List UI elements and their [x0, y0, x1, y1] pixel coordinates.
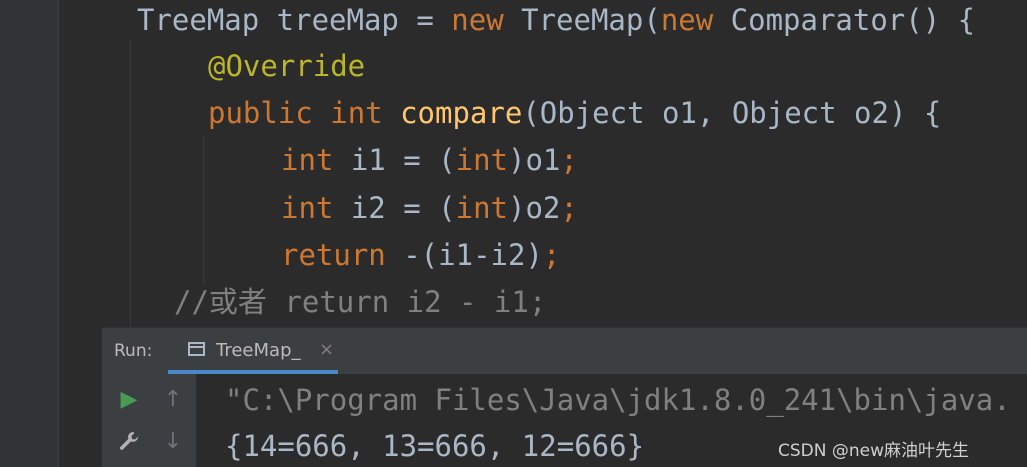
editor-gutter [0, 0, 58, 467]
code-line-6: return -(i1-i2); [281, 235, 560, 275]
type-name: TreeMap [137, 3, 260, 37]
scroll-up-icon[interactable]: ↑ [158, 384, 188, 414]
code-line-5: int i2 = (int)o2; [281, 188, 578, 228]
comment-text: 或者 [208, 285, 267, 319]
keyword: int [455, 143, 508, 177]
rerun-icon[interactable]: ▶ [114, 384, 144, 414]
ide-window: TreeMap treeMap = new TreeMap(new Compar… [0, 0, 1027, 467]
indent-guide [130, 40, 131, 327]
keyword: int [330, 96, 383, 130]
code-text: i1 = ( [333, 143, 456, 177]
code-line-3: public int compare(Object o1, Object o2)… [208, 93, 941, 133]
code-line-4: int i1 = (int)o1; [281, 140, 578, 180]
console-output-line: {14=666, 13=666, 12=666} [225, 429, 645, 463]
code-text: -(i1-i2) [385, 238, 543, 272]
keyword: int [281, 191, 334, 225]
comment-text: return i2 - i1; [266, 285, 547, 319]
tab-treemap[interactable]: TreeMap_ × [168, 327, 338, 374]
semicolon: ; [560, 143, 578, 177]
method-name: compare [400, 96, 523, 130]
code-text: )o2 [508, 191, 561, 225]
wrench-icon[interactable] [114, 426, 144, 456]
keyword: int [455, 191, 508, 225]
tab-label: TreeMap_ [216, 340, 301, 361]
run-label: Run: [114, 341, 153, 361]
keyword: public [208, 96, 313, 130]
comment-marker: // [174, 285, 209, 319]
semicolon: ; [560, 191, 578, 225]
keyword: new [660, 3, 714, 37]
indent-guide [203, 135, 204, 285]
code-line-2: @Override [208, 46, 365, 86]
scroll-down-icon[interactable]: ↓ [158, 426, 188, 456]
keyword: new [451, 3, 504, 37]
code-text: )o1 [508, 143, 561, 177]
keyword: return [281, 238, 386, 272]
keyword: int [281, 143, 334, 177]
code-text: i2 = ( [333, 191, 456, 225]
annotation: @Override [208, 49, 366, 83]
code-line-7: //或者 return i2 - i1; [174, 282, 546, 322]
code-text: Comparator() { [713, 3, 976, 37]
run-toolbar: ▶ ↑ ↓ [102, 374, 196, 467]
watermark: CSDN @new麻油叶先生 [778, 441, 970, 461]
code-text: (Object o1, Object o2) { [522, 96, 942, 130]
console-window-icon [188, 342, 205, 356]
code-text: treeMap = [259, 3, 452, 37]
code-line-1: TreeMap treeMap = new TreeMap(new Compar… [137, 0, 975, 40]
semicolon: ; [542, 238, 561, 272]
gutter-divider [58, 0, 59, 467]
console-command-line: "C:\Program Files\Java\jdk1.8.0_241\bin\… [225, 383, 1011, 417]
code-text: TreeMap( [503, 3, 661, 37]
wrench-icon-svg [119, 432, 139, 450]
close-icon[interactable]: × [319, 339, 334, 360]
